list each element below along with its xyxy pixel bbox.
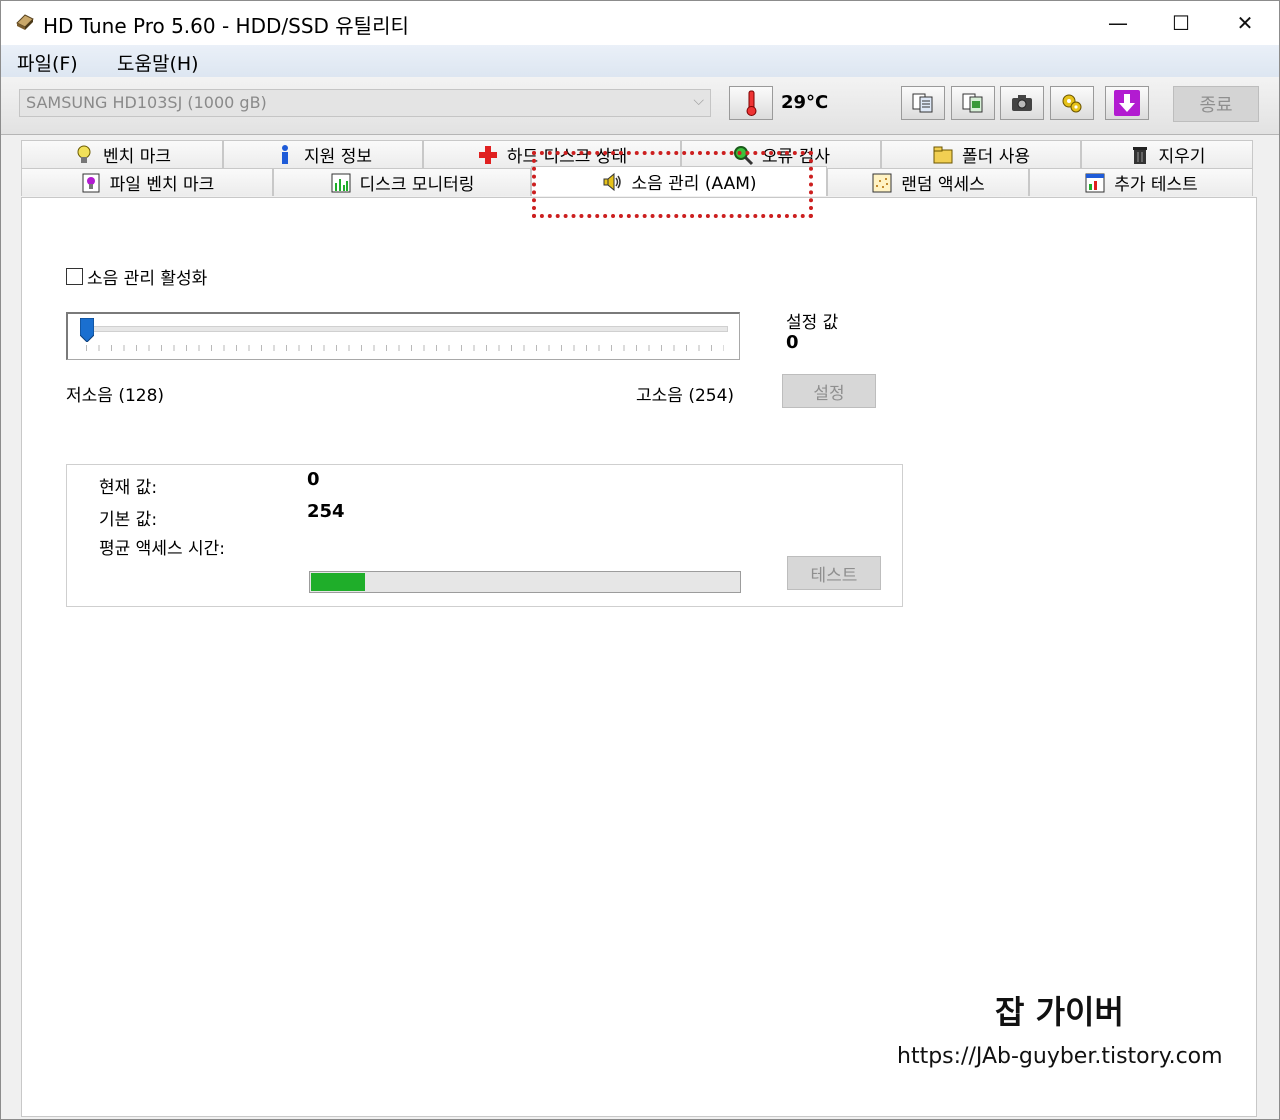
tab-label: 오류 검사	[762, 147, 830, 167]
copy-screen-button[interactable]	[951, 86, 995, 120]
tab-label: 하드 디스크 상태	[506, 147, 628, 167]
folder-icon	[933, 146, 953, 163]
menu-file[interactable]: 파일(F)	[17, 49, 78, 76]
screenshot-button[interactable]	[1000, 86, 1044, 120]
download-icon	[1114, 90, 1140, 116]
default-value: 254	[307, 501, 345, 522]
tab-health[interactable]: 하드 디스크 상태	[423, 140, 681, 168]
tab-label: 지원 정보	[304, 147, 372, 167]
default-value-label: 기본 값:	[99, 510, 158, 530]
extra-test-icon	[1085, 173, 1105, 192]
options-button[interactable]	[1050, 86, 1094, 120]
speaker-icon	[603, 172, 622, 191]
set-button[interactable]: 설정	[782, 374, 876, 408]
test-progress-bar	[309, 571, 741, 593]
tab-error-scan[interactable]: 오류 검사	[681, 140, 881, 168]
lightbulb-icon	[77, 145, 91, 163]
tab-info[interactable]: 지원 정보	[223, 140, 423, 168]
high-noise-label: 고소음 (254)	[636, 386, 735, 406]
options-icon	[1062, 94, 1082, 113]
temperature-value: 29°C	[781, 92, 829, 113]
drive-select[interactable]: SAMSUNG HD103SJ (1000 gB) ⌵	[19, 89, 711, 117]
exit-button[interactable]: 종료	[1173, 86, 1259, 122]
tab-file-benchmark[interactable]: 파일 벤치 마크	[21, 168, 273, 196]
tab-label: 랜덤 액세스	[901, 175, 985, 195]
temperature-button[interactable]	[729, 86, 773, 120]
close-button[interactable]: ✕	[1213, 1, 1277, 45]
copy-info-button[interactable]	[901, 86, 945, 120]
aam-enable-checkbox[interactable]	[66, 268, 83, 285]
slider-thumb[interactable]	[80, 318, 94, 342]
tab-label: 디스크 모니터링	[359, 175, 475, 195]
maximize-button[interactable]: ☐	[1149, 1, 1213, 45]
tab-label: 파일 벤치 마크	[109, 175, 215, 195]
tab-erase[interactable]: 지우기	[1081, 140, 1253, 168]
setting-label: 설정 값	[786, 313, 839, 333]
copy-screen-icon	[962, 93, 983, 113]
thermometer-icon	[746, 90, 757, 116]
tab-label: 지우기	[1158, 147, 1206, 167]
info-icon	[282, 144, 289, 164]
copy-info-icon	[912, 93, 933, 113]
tab-extra-tests[interactable]: 추가 테스트	[1029, 168, 1253, 196]
current-value: 0	[307, 469, 320, 490]
health-cross-icon	[478, 145, 497, 164]
aam-slider[interactable]	[66, 312, 740, 360]
menu-bar: 파일(F) 도움말(H)	[1, 45, 1279, 77]
access-time-label: 평균 액세스 시간:	[99, 539, 226, 559]
test-progress-fill	[311, 573, 365, 591]
aam-info-box: 현재 값: 0 기본 값: 254 평균 액세스 시간: 테스트	[66, 464, 903, 607]
tab-folder-usage[interactable]: 폴더 사용	[881, 140, 1081, 168]
aam-enable-label: 소음 관리 활성화	[87, 269, 208, 289]
test-button[interactable]: 테스트	[787, 556, 881, 590]
toolbar: SAMSUNG HD103SJ (1000 gB) ⌵ 29°C 종료	[1, 77, 1279, 135]
current-value-label: 현재 값:	[99, 478, 158, 498]
tab-random-access[interactable]: 랜덤 액세스	[827, 168, 1029, 196]
menu-help[interactable]: 도움말(H)	[117, 49, 199, 76]
slider-track	[86, 326, 728, 332]
minimize-button[interactable]: —	[1086, 1, 1150, 45]
tab-label: 폴더 사용	[962, 147, 1030, 167]
dots-icon	[872, 173, 892, 192]
watermark-url: https://JAb-guyber.tistory.com	[897, 1044, 1223, 1069]
aam-panel: 소음 관리 활성화 설정 값 0 저소음 (128) 고소음 (254) 설정 …	[21, 197, 1257, 1117]
file-bench-icon	[82, 173, 100, 192]
tab-label: 추가 테스트	[1114, 175, 1198, 195]
low-noise-label: 저소음 (128)	[66, 386, 165, 406]
drive-select-value: SAMSUNG HD103SJ (1000 gB)	[26, 93, 267, 112]
tab-benchmark[interactable]: 벤치 마크	[21, 140, 223, 168]
tab-label: 소음 관리 (AAM)	[631, 174, 757, 194]
tab-aam[interactable]: 소음 관리 (AAM)	[531, 166, 827, 196]
trash-icon	[1132, 146, 1147, 164]
magnifier-icon	[734, 145, 754, 165]
tab-disk-monitor[interactable]: 디스크 모니터링	[273, 168, 531, 196]
camera-icon	[1012, 95, 1032, 111]
title-bar: HD Tune Pro 5.60 - HDD/SSD 유틸리티 — ☐ ✕	[1, 1, 1279, 45]
aam-enable-row[interactable]: 소음 관리 활성화	[66, 264, 207, 289]
slider-ticks	[86, 345, 724, 351]
window-title: HD Tune Pro 5.60 - HDD/SSD 유틸리티	[43, 14, 409, 38]
chevron-down-icon: ⌵	[693, 93, 704, 109]
tab-label: 벤치 마크	[103, 147, 171, 167]
app-window: HD Tune Pro 5.60 - HDD/SSD 유틸리티 — ☐ ✕ 파일…	[0, 0, 1280, 1120]
download-button[interactable]	[1105, 86, 1149, 120]
watermark-title: 잡 가이버	[995, 993, 1124, 1031]
chart-icon	[331, 173, 351, 192]
setting-value: 0	[786, 332, 799, 353]
app-logo-icon	[16, 14, 34, 30]
